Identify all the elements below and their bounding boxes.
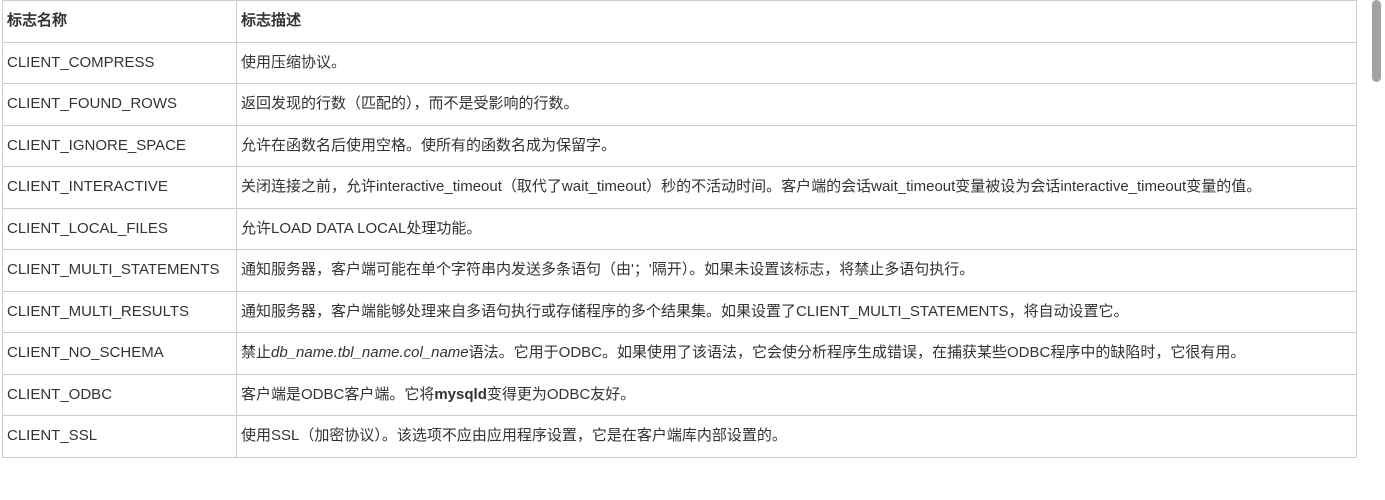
flag-name-cell: CLIENT_SSL bbox=[3, 416, 237, 458]
flag-description-cell: 使用SSL（加密协议）。该选项不应由应用程序设置，它是在客户端库内部设置的。 bbox=[237, 416, 1357, 458]
flag-name-cell: CLIENT_FOUND_ROWS bbox=[3, 84, 237, 126]
table-row: CLIENT_INTERACTIVE关闭连接之前，允许interactive_t… bbox=[3, 167, 1357, 209]
flag-description-cell: 允许在函数名后使用空格。使所有的函数名成为保留字。 bbox=[237, 125, 1357, 167]
flag-description-cell: 通知服务器，客户端能够处理来自多语句执行或存储程序的多个结果集。如果设置了CLI… bbox=[237, 291, 1357, 333]
scrollbar-thumb[interactable] bbox=[1372, 0, 1381, 82]
flag-description-cell: 禁止db_name.tbl_name.col_name语法。它用于ODBC。如果… bbox=[237, 333, 1357, 375]
table-header-row: 标志名称 标志描述 bbox=[3, 1, 1357, 43]
header-flag-name: 标志名称 bbox=[3, 1, 237, 43]
header-flag-description: 标志描述 bbox=[237, 1, 1357, 43]
flag-description-cell: 客户端是ODBC客户端。它将mysqld变得更为ODBC友好。 bbox=[237, 374, 1357, 416]
flag-description-cell: 使用压缩协议。 bbox=[237, 42, 1357, 84]
content-area: 标志名称 标志描述 CLIENT_COMPRESS使用压缩协议。CLIENT_F… bbox=[0, 0, 1357, 458]
flag-name-cell: CLIENT_MULTI_RESULTS bbox=[3, 291, 237, 333]
table-row: CLIENT_FOUND_ROWS返回发现的行数（匹配的），而不是受影响的行数。 bbox=[3, 84, 1357, 126]
flag-description-cell: 关闭连接之前，允许interactive_timeout（取代了wait_tim… bbox=[237, 167, 1357, 209]
flag-description-cell: 允许LOAD DATA LOCAL处理功能。 bbox=[237, 208, 1357, 250]
page-wrapper: 标志名称 标志描述 CLIENT_COMPRESS使用压缩协议。CLIENT_F… bbox=[0, 0, 1385, 500]
table-row: CLIENT_SSL使用SSL（加密协议）。该选项不应由应用程序设置，它是在客户… bbox=[3, 416, 1357, 458]
table-row: CLIENT_MULTI_RESULTS通知服务器，客户端能够处理来自多语句执行… bbox=[3, 291, 1357, 333]
table-row: CLIENT_LOCAL_FILES允许LOAD DATA LOCAL处理功能。 bbox=[3, 208, 1357, 250]
vertical-scrollbar[interactable] bbox=[1372, 0, 1381, 500]
flag-name-cell: CLIENT_ODBC bbox=[3, 374, 237, 416]
table-row: CLIENT_IGNORE_SPACE允许在函数名后使用空格。使所有的函数名成为… bbox=[3, 125, 1357, 167]
flag-name-cell: CLIENT_IGNORE_SPACE bbox=[3, 125, 237, 167]
flags-table: 标志名称 标志描述 CLIENT_COMPRESS使用压缩协议。CLIENT_F… bbox=[2, 0, 1357, 458]
flag-name-cell: CLIENT_LOCAL_FILES bbox=[3, 208, 237, 250]
flag-name-cell: CLIENT_NO_SCHEMA bbox=[3, 333, 237, 375]
table-row: CLIENT_MULTI_STATEMENTS通知服务器，客户端可能在单个字符串… bbox=[3, 250, 1357, 292]
flag-name-cell: CLIENT_COMPRESS bbox=[3, 42, 237, 84]
flag-name-cell: CLIENT_INTERACTIVE bbox=[3, 167, 237, 209]
table-row: CLIENT_NO_SCHEMA禁止db_name.tbl_name.col_n… bbox=[3, 333, 1357, 375]
table-row: CLIENT_ODBC客户端是ODBC客户端。它将mysqld变得更为ODBC友… bbox=[3, 374, 1357, 416]
flag-name-cell: CLIENT_MULTI_STATEMENTS bbox=[3, 250, 237, 292]
flag-description-cell: 返回发现的行数（匹配的），而不是受影响的行数。 bbox=[237, 84, 1357, 126]
flag-description-cell: 通知服务器，客户端可能在单个字符串内发送多条语句（由'；'隔开）。如果未设置该标… bbox=[237, 250, 1357, 292]
table-row: CLIENT_COMPRESS使用压缩协议。 bbox=[3, 42, 1357, 84]
